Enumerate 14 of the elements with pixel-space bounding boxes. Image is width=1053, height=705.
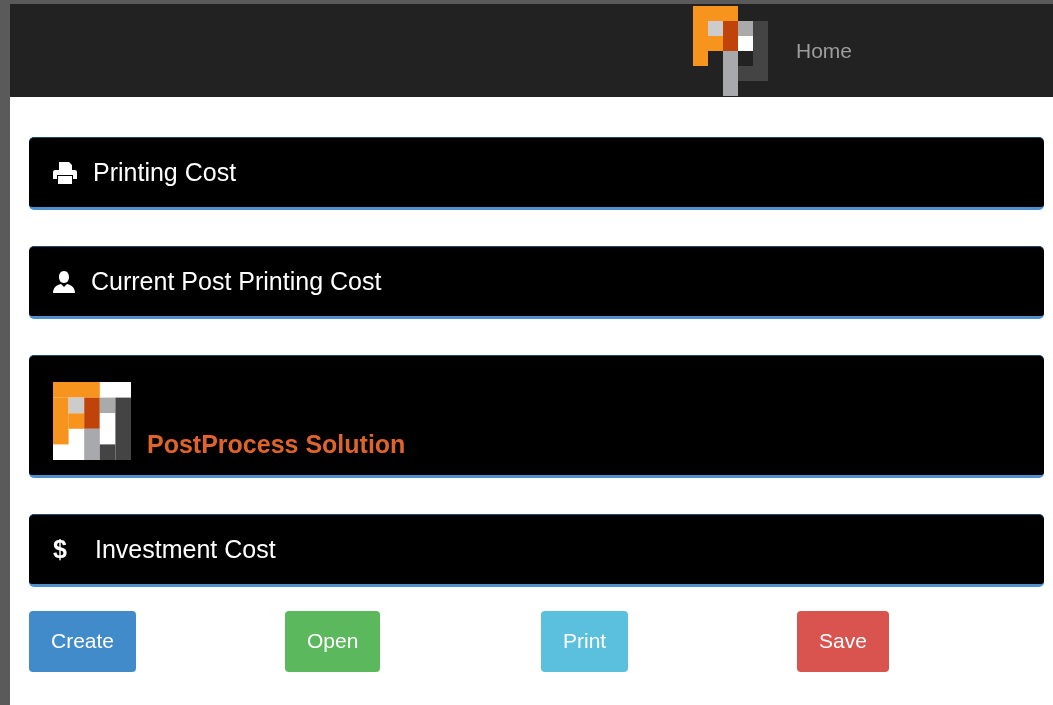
logo-icon: [53, 382, 131, 460]
person-icon: [53, 270, 75, 293]
action-button[interactable]: Create: [29, 611, 137, 672]
panel-title: Current Post Printing Cost: [91, 265, 382, 297]
home-link[interactable]: Home: [792, 34, 853, 67]
printer-icon: [53, 161, 77, 184]
panel-title: Investment Cost: [95, 533, 276, 565]
logo-icon: [693, 5, 768, 96]
action-button[interactable]: Save: [797, 611, 889, 672]
dollar-icon: $: [53, 530, 79, 569]
action-button[interactable]: Print: [541, 611, 629, 672]
brand-name: PostProcess Solution: [147, 429, 406, 460]
panel-title: Printing Cost: [93, 156, 237, 188]
action-button[interactable]: Open: [285, 611, 381, 672]
